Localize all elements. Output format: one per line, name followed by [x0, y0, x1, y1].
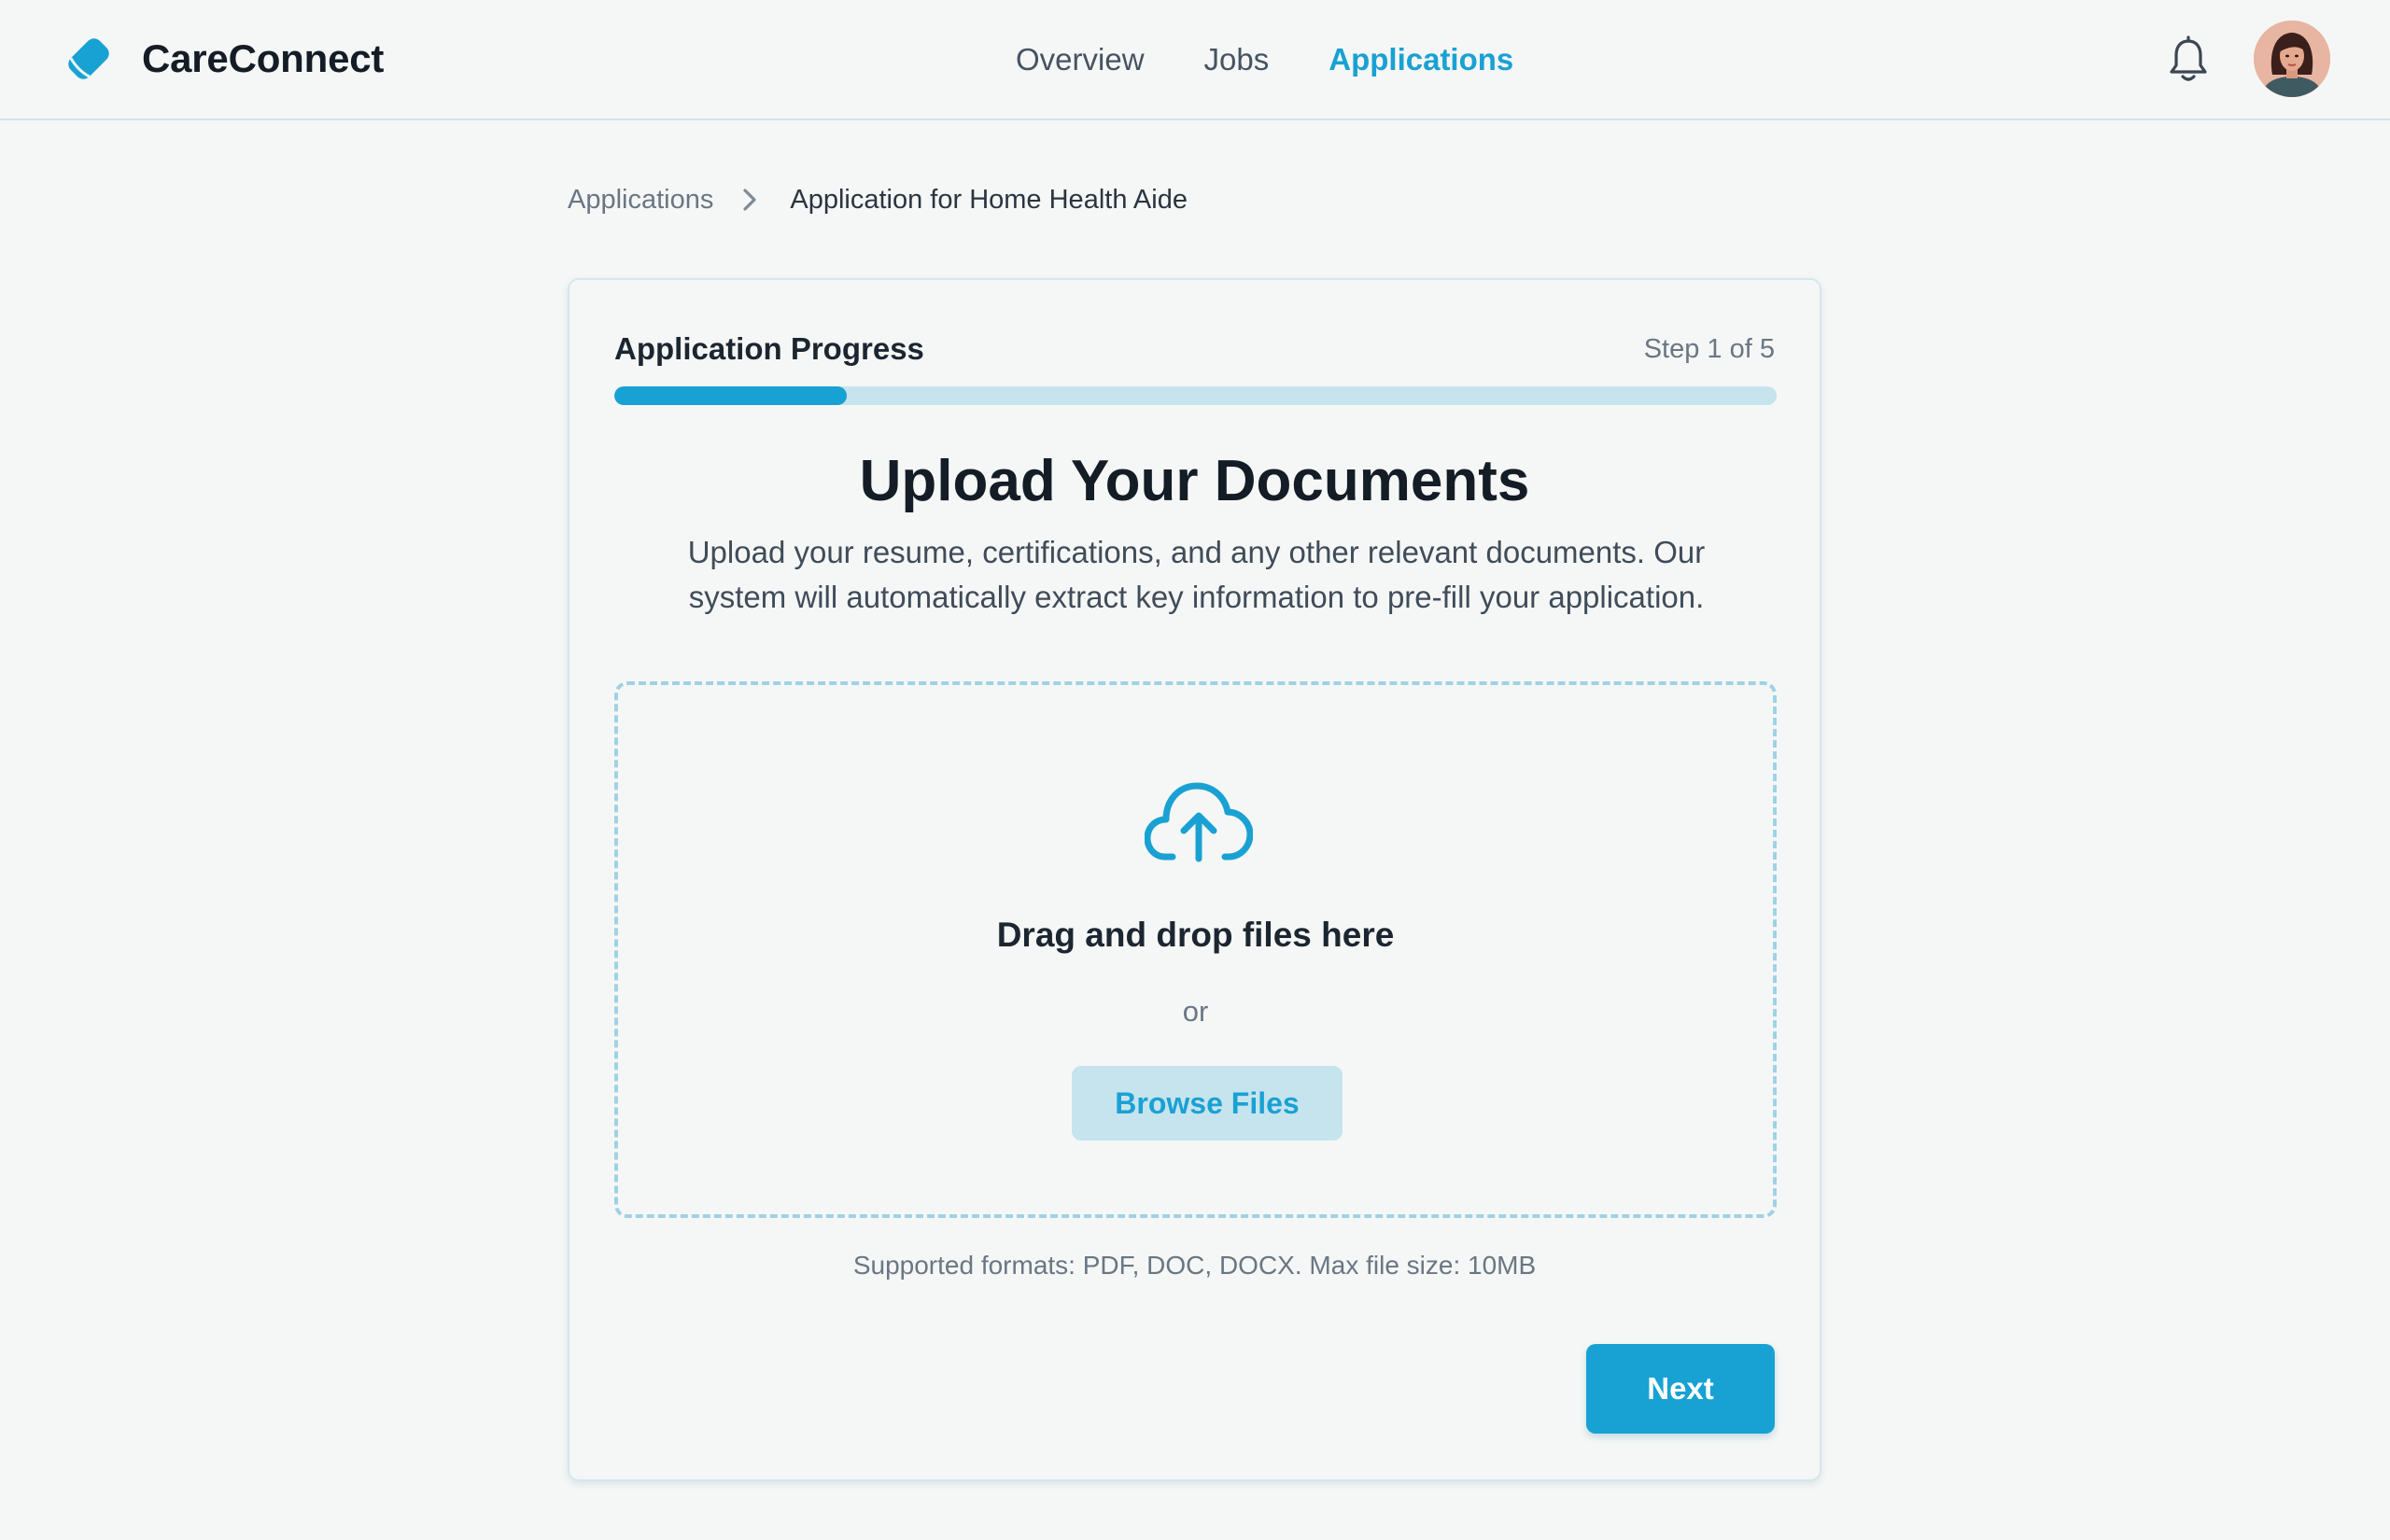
or-divider-label: or	[1182, 995, 1209, 1028]
main-nav: Overview Jobs Applications	[1016, 39, 1513, 80]
page-title: Upload Your Documents	[859, 449, 1530, 513]
progress-step-label: Step 1 of 5	[1643, 334, 1775, 364]
user-avatar-image	[2254, 21, 2330, 97]
breadcrumb: Applications Application for Home Health…	[568, 181, 1188, 218]
page-description: Upload your resume, certifications, and …	[687, 535, 1706, 614]
avatar[interactable]	[2254, 21, 2330, 97]
cloud-upload-icon	[1145, 782, 1253, 862]
progress-title: Application Progress	[614, 331, 924, 366]
chevron-right-icon	[743, 189, 756, 211]
nav-item-jobs[interactable]: Jobs	[1204, 39, 1270, 80]
top-navbar: CareConnect Overview Jobs Applications	[0, 0, 2390, 120]
brand-name: CareConnect	[142, 36, 385, 80]
breadcrumb-applications-link[interactable]: Applications	[568, 181, 713, 218]
next-button[interactable]: Next	[1586, 1344, 1775, 1434]
nav-item-applications[interactable]: Applications	[1329, 39, 1513, 80]
supported-formats-note: Supported formats: PDF, DOC, DOCX. Max f…	[852, 1251, 1537, 1280]
file-dropzone[interactable]: Drag and drop files here or Browse Files	[614, 681, 1777, 1218]
breadcrumb-current: Application for Home Health Aide	[790, 185, 1188, 215]
browse-files-button[interactable]: Browse Files	[1072, 1066, 1343, 1141]
drag-drop-label: Drag and drop files here	[996, 916, 1395, 954]
progress-bar	[614, 386, 1777, 405]
brand[interactable]: CareConnect	[62, 32, 384, 86]
tag-logo-icon	[68, 38, 109, 79]
bell-icon[interactable]	[2166, 35, 2211, 84]
nav-item-overview[interactable]: Overview	[1016, 39, 1145, 80]
progress-bar-fill	[614, 386, 847, 405]
application-card: Application Progress Step 1 of 5 Upload …	[568, 278, 1821, 1481]
